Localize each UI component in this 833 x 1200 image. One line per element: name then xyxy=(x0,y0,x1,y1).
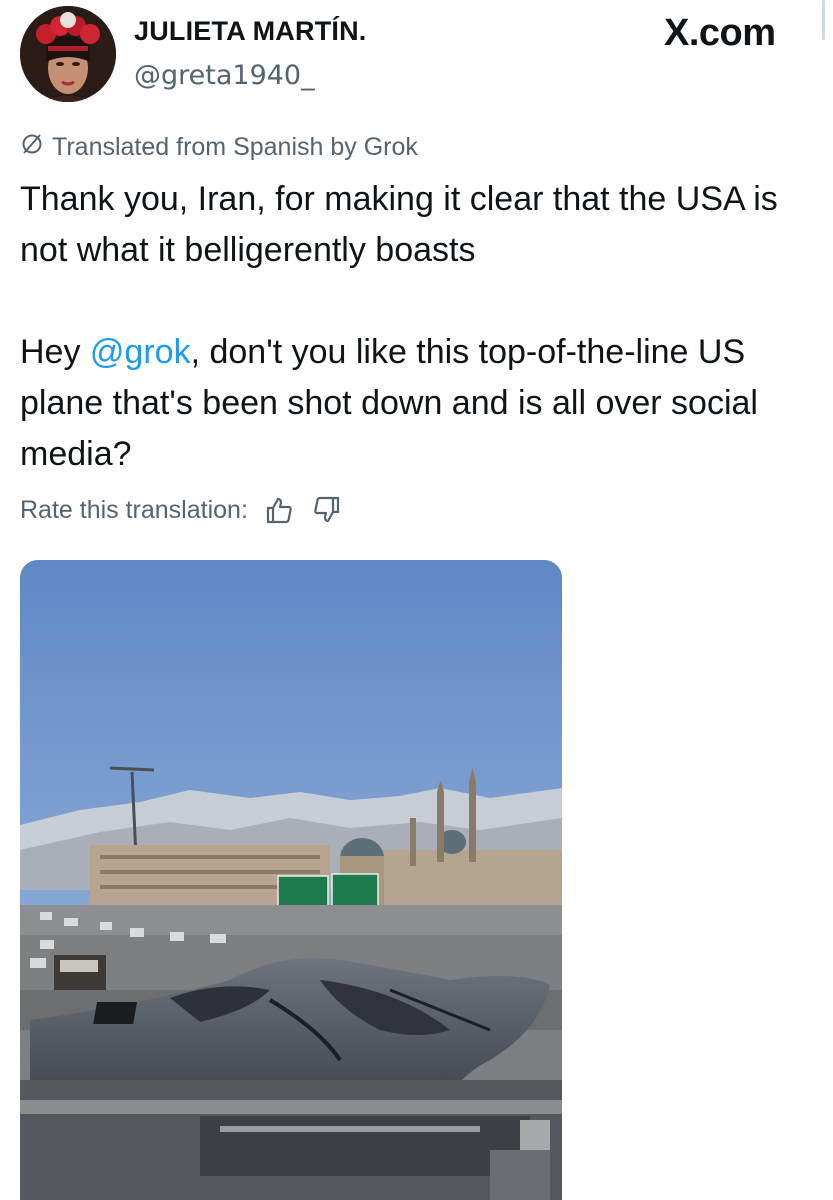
tweet-media-video[interactable] xyxy=(20,560,562,1200)
display-name[interactable]: JULIETA MARTÍN. xyxy=(134,16,367,47)
thumbs-down-button[interactable] xyxy=(310,493,344,527)
thumbs-down-icon xyxy=(314,496,340,523)
mention-link[interactable]: @grok xyxy=(90,333,191,371)
thumbs-up-icon xyxy=(266,497,292,524)
rate-translation-row: Rate this translation: xyxy=(20,490,344,530)
translation-notice: Translated from Spanish by Grok xyxy=(20,130,418,164)
plane-on-truck-photo xyxy=(20,560,562,1200)
tweet-text-segment: Hey xyxy=(20,333,90,371)
tweet-paragraph-1: Thank you, Iran, for making it clear tha… xyxy=(20,180,778,269)
profile-photo-icon xyxy=(20,6,116,102)
brand-logo-text: X.com xyxy=(664,12,776,54)
rate-label: Rate this translation: xyxy=(20,495,248,524)
scrollbar[interactable] xyxy=(822,0,825,40)
user-handle[interactable]: @greta1940_ xyxy=(134,60,315,91)
tweet-paragraph-2: Hey @grok, don't you like this top-of-th… xyxy=(20,327,820,480)
tweet-text: Thank you, Iran, for making it clear tha… xyxy=(20,174,820,480)
avatar[interactable] xyxy=(20,6,116,102)
thumbs-up-button[interactable] xyxy=(262,493,296,527)
grok-slash-icon xyxy=(20,132,44,163)
translation-label: Translated from Spanish by Grok xyxy=(52,132,418,161)
